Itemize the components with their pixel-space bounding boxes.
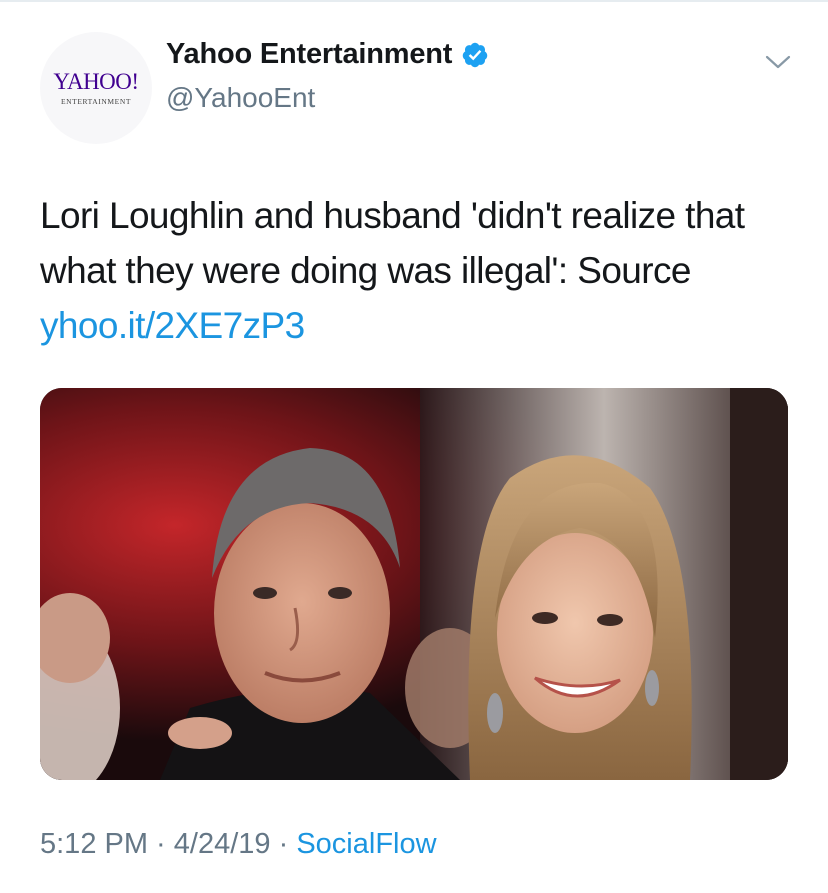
tweet-source-link[interactable]: SocialFlow [296,828,436,860]
meta-separator: · [148,828,174,860]
avatar[interactable]: YAHOO! ENTERTAINMENT [40,32,152,144]
tweet-link[interactable]: yhoo.it/2XE7zP3 [40,305,305,346]
avatar-logo: YAHOO! [53,69,139,94]
tweet-text: Lori Loughlin and husband 'didn't realiz… [40,188,800,353]
display-name-row[interactable]: Yahoo Entertainment [166,38,489,71]
tweet-time[interactable]: 5:12 PM [40,828,148,860]
top-divider [0,0,828,2]
handle[interactable]: @YahooEnt [166,82,315,114]
verified-badge-icon [462,42,488,67]
chevron-down-icon[interactable] [764,52,792,72]
display-name[interactable]: Yahoo Entertainment [166,38,452,71]
photo-illustration [40,388,788,780]
tweet-date[interactable]: 4/24/19 [174,828,271,860]
tweet-body: Lori Loughlin and husband 'didn't realiz… [40,195,745,291]
avatar-subtitle: ENTERTAINMENT [60,97,132,106]
tweet-photo[interactable] [40,388,788,780]
tweet-meta: 5:12 PM · 4/24/19 · SocialFlow [40,828,437,861]
meta-separator: · [270,828,297,860]
